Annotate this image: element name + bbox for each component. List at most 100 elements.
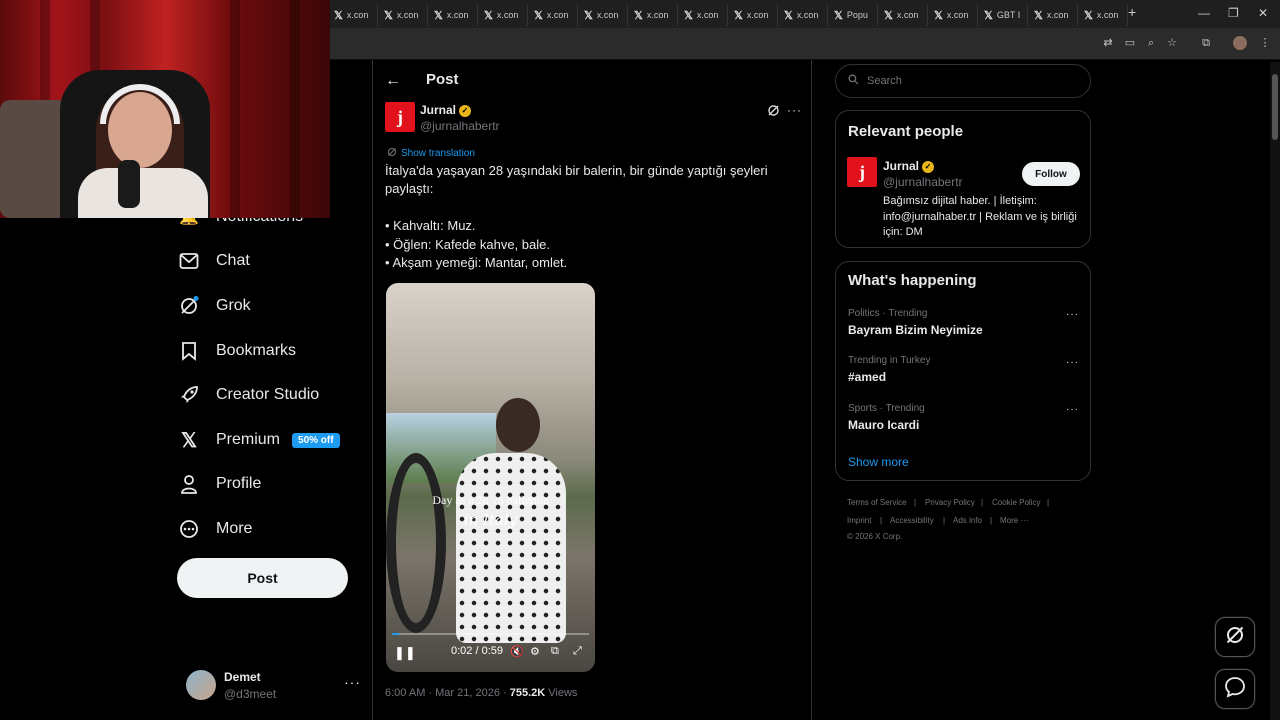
footer-link[interactable]: Ads info — [953, 516, 982, 525]
relevant-avatar[interactable]: j — [847, 157, 877, 187]
footer-link[interactable]: Terms of Service — [847, 498, 907, 507]
video-caption: Day as a 28 yo ballerina — [432, 493, 549, 507]
show-more-link[interactable]: Show more — [848, 455, 909, 469]
nav-item-profile[interactable]: Profile — [178, 464, 261, 504]
profile-avatar-icon[interactable] — [1233, 36, 1247, 50]
author-avatar[interactable]: j — [385, 102, 415, 132]
nav-item-premium[interactable]: 𝕏 Premium 50% off — [178, 420, 340, 460]
browser-tab[interactable]: 𝕏x.con — [630, 4, 678, 26]
browser-tab[interactable]: 𝕏 Popu — [830, 4, 878, 26]
grok-fab[interactable] — [1215, 617, 1255, 657]
translate-icon[interactable]: ⇄ — [1101, 36, 1115, 50]
back-arrow-icon[interactable]: ← — [385, 72, 401, 90]
x-logo-icon: 𝕏 — [484, 9, 493, 22]
video-caption: in Italy — [463, 511, 518, 529]
nav-item-creator-studio[interactable]: Creator Studio — [178, 375, 319, 415]
footer-link[interactable]: Cookie Policy — [992, 498, 1040, 507]
mute-icon[interactable]: 🔇 — [510, 645, 524, 658]
nav-item-label: Chat — [216, 252, 250, 269]
x-logo-icon: 𝕏 — [434, 9, 443, 22]
browser-tab[interactable]: 𝕏x.con — [780, 4, 828, 26]
menu-icon[interactable]: ⋮ — [1258, 36, 1272, 50]
search-input[interactable] — [867, 75, 1067, 87]
browser-tab[interactable]: 𝕏x.con — [730, 4, 778, 26]
nav-item-chat[interactable]: Chat — [178, 241, 250, 281]
footer-link[interactable]: Privacy Policy — [925, 498, 975, 507]
footer-separator: | — [981, 498, 984, 507]
browser-tab[interactable]: 𝕏x.con — [680, 4, 728, 26]
nav-item-more[interactable]: More — [178, 509, 252, 549]
maximize-button[interactable]: ❐ — [1228, 6, 1239, 20]
scrollbar-thumb[interactable] — [1272, 74, 1278, 140]
post-more-icon[interactable]: ··· — [787, 103, 802, 117]
search-box[interactable] — [835, 64, 1091, 98]
scrollbar-track[interactable] — [1270, 62, 1280, 720]
account-name: Demet — [224, 670, 261, 684]
envelope-icon — [178, 250, 200, 272]
more-icon[interactable]: ··· — [344, 674, 361, 690]
video-progress-track[interactable] — [392, 633, 589, 635]
footer-separator: | — [990, 516, 993, 525]
trend-more-icon[interactable]: ··· — [1066, 309, 1079, 320]
close-window-button[interactable]: ✕ — [1258, 6, 1268, 20]
x-logo-icon: 𝕏 — [834, 9, 843, 22]
x-logo-icon: 𝕏 — [684, 9, 693, 22]
browser-tab[interactable]: 𝕏x.con — [530, 4, 578, 26]
new-tab-button[interactable]: + — [1128, 4, 1136, 20]
browser-tab[interactable]: 𝕏x.con — [1080, 4, 1128, 26]
settings-icon[interactable]: ⚙ — [530, 645, 540, 658]
follow-button[interactable]: Follow — [1022, 162, 1080, 186]
verified-badge-icon: ✓ — [459, 104, 472, 117]
post-text-line: • Akşam yemeği: Mantar, omlet. — [385, 255, 568, 270]
extensions-icon[interactable]: ⧉ — [1199, 36, 1213, 50]
nav-item-grok[interactable]: Grok — [178, 286, 251, 326]
messages-fab[interactable] — [1215, 669, 1255, 709]
copyright: © 2026 X Corp. — [847, 532, 903, 541]
browser-tab[interactable]: 𝕏x.con — [1030, 4, 1078, 26]
video-time: 0:02 / 0:59 — [451, 645, 503, 657]
author-name[interactable]: Jurnal ✓ — [420, 103, 472, 117]
x-logo-icon: 𝕏 — [934, 9, 943, 22]
footer-link[interactable]: Accessibility — [890, 516, 934, 525]
pause-icon[interactable]: ❚❚ — [394, 645, 416, 661]
browser-tab[interactable]: 𝕏x.con — [580, 4, 628, 26]
trend-more-icon[interactable]: ··· — [1066, 357, 1079, 368]
panel-title: What's happening — [848, 272, 977, 289]
post-text-line: • Kahvaltı: Muz. — [385, 218, 476, 233]
avatar — [186, 670, 216, 700]
x-logo-icon: 𝕏 — [1034, 9, 1043, 22]
browser-tab[interactable]: 𝕏x.con — [380, 4, 428, 26]
page-title: Post — [426, 71, 459, 88]
post-button[interactable]: Post — [177, 558, 348, 598]
author-handle[interactable]: @jurnalhabertr — [420, 119, 500, 133]
browser-tab[interactable]: 𝕏x.con — [880, 4, 928, 26]
trend-name[interactable]: Mauro Icardi — [848, 418, 919, 432]
browser-tab[interactable]: 𝕏x.con — [930, 4, 978, 26]
minimize-button[interactable]: — — [1198, 6, 1210, 20]
browser-tab[interactable]: 𝕏x.con — [430, 4, 478, 26]
fullscreen-icon[interactable]: ⤢ — [573, 645, 582, 658]
panel-title: Relevant people — [848, 123, 964, 140]
zoom-icon[interactable]: ⌕ — [1144, 36, 1158, 50]
x-logo-icon: 𝕏 — [884, 9, 893, 22]
browser-tab[interactable]: 𝕏x.con — [330, 4, 378, 26]
pip-icon[interactable]: ⧉ — [551, 645, 559, 658]
nav-item-bookmarks[interactable]: Bookmarks — [178, 331, 296, 371]
trend-name[interactable]: #amed — [848, 370, 886, 384]
video-player[interactable]: Day as a 28 yo ballerina in Italy ❚❚ 0:0… — [386, 283, 595, 672]
footer-link[interactable]: Imprint — [847, 516, 871, 525]
trend-more-icon[interactable]: ··· — [1066, 404, 1079, 415]
relevant-handle[interactable]: @jurnalhabertr — [883, 175, 963, 189]
browser-tab[interactable]: 𝕏 GBT I — [980, 4, 1028, 26]
views-count: 755.2K — [509, 687, 546, 699]
relevant-name[interactable]: Jurnal ✓ — [883, 159, 935, 173]
grok-explain-icon[interactable] — [767, 104, 780, 120]
show-translation-link[interactable]: Show translation — [387, 147, 475, 160]
star-icon[interactable]: ☆ — [1165, 36, 1179, 50]
account-switcher[interactable]: Demet @d3meet ··· — [184, 668, 364, 708]
x-logo-icon: 𝕏 — [384, 9, 393, 22]
footer-link[interactable]: More ··· — [1000, 516, 1028, 525]
install-icon[interactable]: ▭ — [1123, 36, 1137, 50]
trend-name[interactable]: Bayram Bizim Neyimize — [848, 323, 983, 337]
browser-tab[interactable]: 𝕏x.con — [480, 4, 528, 26]
